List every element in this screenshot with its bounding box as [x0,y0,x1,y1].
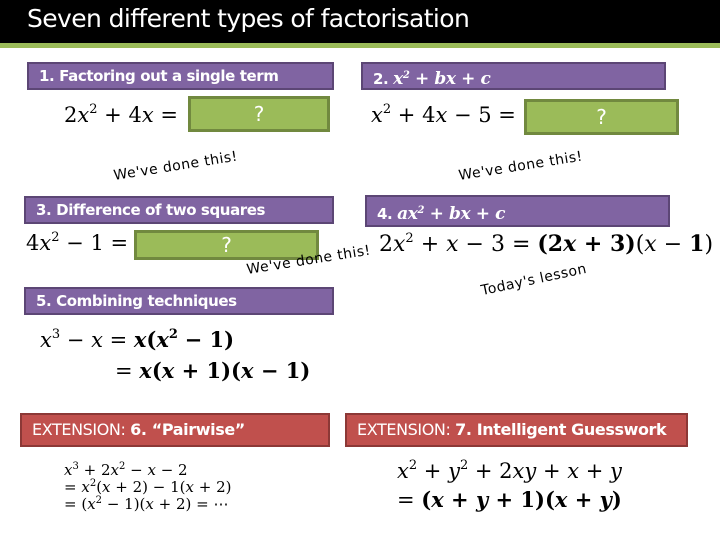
title-bar: Seven different types of factorisation [0,0,720,43]
section-2-number: 2. [373,70,389,88]
section-1-equation: 2x2 + 4x = [64,102,178,127]
section-6-prefix: EXTENSION: [32,420,126,439]
section-1-note: We've done this! [112,148,239,184]
section-2-header: 2. x2 + bx + c [361,62,666,90]
slide-title: Seven different types of factorisation [27,4,470,33]
section-7-line-2: = (x + y + 1)(x + y) [397,487,622,512]
section-7-line-1: x2 + y2 + 2xy + x + y [397,458,622,483]
section-6-header: EXTENSION: 6. “Pairwise” [20,413,330,447]
section-2-equation: x2 + 4x − 5 = [371,102,516,127]
section-1-answer-box[interactable]: ? [188,96,330,132]
section-6-line-3: = (x2 − 1)(x + 2) = ⋯ [64,495,229,513]
section-2-note: We've done this! [457,148,584,184]
section-4-math: ax2 + bx + c [397,204,506,224]
section-5-line-1: x3 − x = x(x2 − 1) [40,327,235,352]
section-5-header: 5. Combining techniques [24,287,334,315]
section-7-title: 7. Intelligent Guesswork [455,420,667,439]
section-2-math: x2 + bx + c [393,69,491,89]
section-3-equation: 4x2 − 1 = [26,230,129,255]
section-1-header: 1. Factoring out a single term [27,62,334,90]
section-7-header: EXTENSION: 7. Intelligent Guesswork [345,413,688,447]
section-4-header: 4. ax2 + bx + c [365,195,670,227]
section-2-answer-box[interactable]: ? [524,99,679,135]
section-7-prefix: EXTENSION: [357,420,451,439]
title-underline [0,43,720,48]
section-5-line-2: = x(x + 1)(x − 1) [115,358,311,383]
section-4-number: 4. [377,205,393,223]
section-6-title: 6. “Pairwise” [130,420,245,439]
section-4-equation: 2x2 + x − 3 = (2x + 3)(x − 1) [379,231,714,257]
section-3-header: 3. Difference of two squares [24,196,334,224]
section-4-note: Today's lesson [479,260,589,299]
